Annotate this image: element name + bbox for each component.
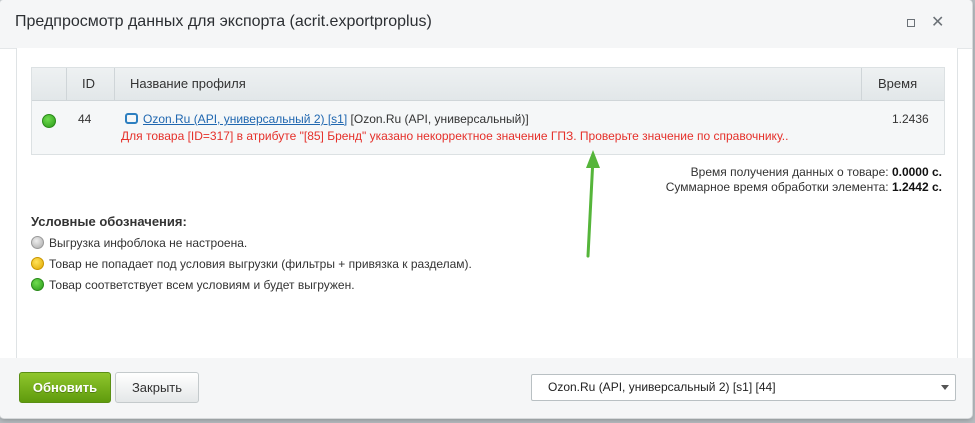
annotation-arrow-icon — [586, 150, 600, 258]
